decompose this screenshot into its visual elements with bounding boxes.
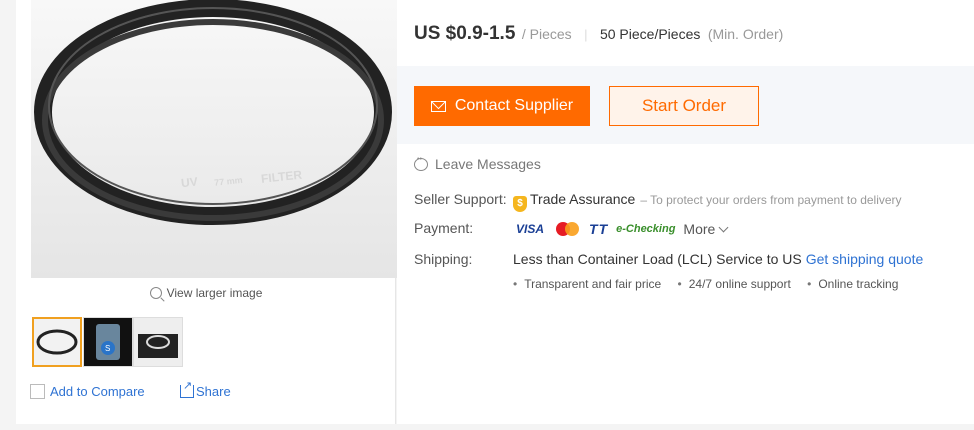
action-band: Contact Supplier Start Order [397,66,974,144]
thumbnail-filter-image [34,319,80,365]
main-product-image[interactable]: UV 77 mm FILTER [31,0,397,278]
shipping-text: Less than Container Load (LCL) Service t… [513,251,802,267]
contact-supplier-button[interactable]: Contact Supplier [414,86,590,126]
echecking-icon: e-Checking [616,223,676,236]
leave-messages-link[interactable]: Leave Messages [414,156,541,172]
thumbnail-filter[interactable] [32,317,82,367]
share-button[interactable]: Share [180,379,231,399]
thumbnail-package-image: S [84,318,132,366]
thumbnail-package[interactable]: S [83,317,133,367]
zoom-icon [149,287,162,299]
shipping-features: Transparent and fair price 24/7 online s… [513,277,911,291]
chevron-down-icon [718,222,729,233]
compare-checkbox[interactable] [30,384,45,399]
contact-supplier-label: Contact Supplier [454,97,574,114]
price-unit: / Pieces [521,26,572,42]
trade-assurance-icon: $ [513,196,527,212]
payment-label: Payment: [414,220,474,236]
min-order-note: (Min. Order) [707,26,784,42]
payment-row: Payment: VISA TT e-Checking More [414,220,729,238]
price-row: US $0.9-1.5 / Pieces | 50 Piece/Pieces (… [414,23,783,45]
add-to-compare-label[interactable]: Add to Compare [50,384,145,399]
payment-more-toggle[interactable]: More [683,221,729,238]
shipping-feature-item: Transparent and fair price [513,277,661,291]
mail-icon [430,100,446,112]
visa-icon: VISA [516,222,545,237]
view-larger-link[interactable]: View larger image [16,286,396,300]
price: US $0.9-1.5 [414,23,516,44]
product-info-panel: US $0.9-1.5 / Pieces | 50 Piece/Pieces (… [397,0,974,424]
share-label: Share [196,384,231,399]
mastercard-icon [555,220,581,238]
min-order: 50 Piece/Pieces [599,26,701,42]
thumbnail-kit-image [134,318,182,366]
tt-icon: TT [589,221,609,238]
shipping-quote-link[interactable]: Get shipping quote [806,251,924,267]
trade-assurance-note: – To protect your orders from payment to… [640,193,902,207]
shipping-label: Shipping: [414,251,473,267]
seller-support-label: Seller Support: [414,191,507,207]
price-separator: | [584,27,588,42]
uv-filter-photo: UV 77 mm FILTER [31,0,397,278]
svg-text:S: S [105,344,110,353]
share-icon [180,379,194,398]
compare-share-row: Add to Compare Share [30,379,231,399]
product-gallery: UV 77 mm FILTER View larger image S Add … [16,0,397,424]
payment-more-label: More [683,221,716,238]
thumbnail-kit[interactable] [133,317,183,367]
leave-messages-label: Leave Messages [435,156,541,172]
trade-assurance-label[interactable]: Trade Assurance [530,191,635,207]
chat-icon [414,156,428,171]
filter-brand-text: UV [180,175,198,191]
start-order-button[interactable]: Start Order [609,86,759,126]
seller-support-row: Seller Support: $ Trade Assurance – To prot… [414,191,902,212]
shipping-row: Shipping: Less than Container Load (LCL) … [414,251,923,267]
view-larger-label: View larger image [166,286,263,300]
shipping-feature-item: Online tracking [807,277,898,291]
shipping-feature-item: 24/7 online support [678,277,791,291]
